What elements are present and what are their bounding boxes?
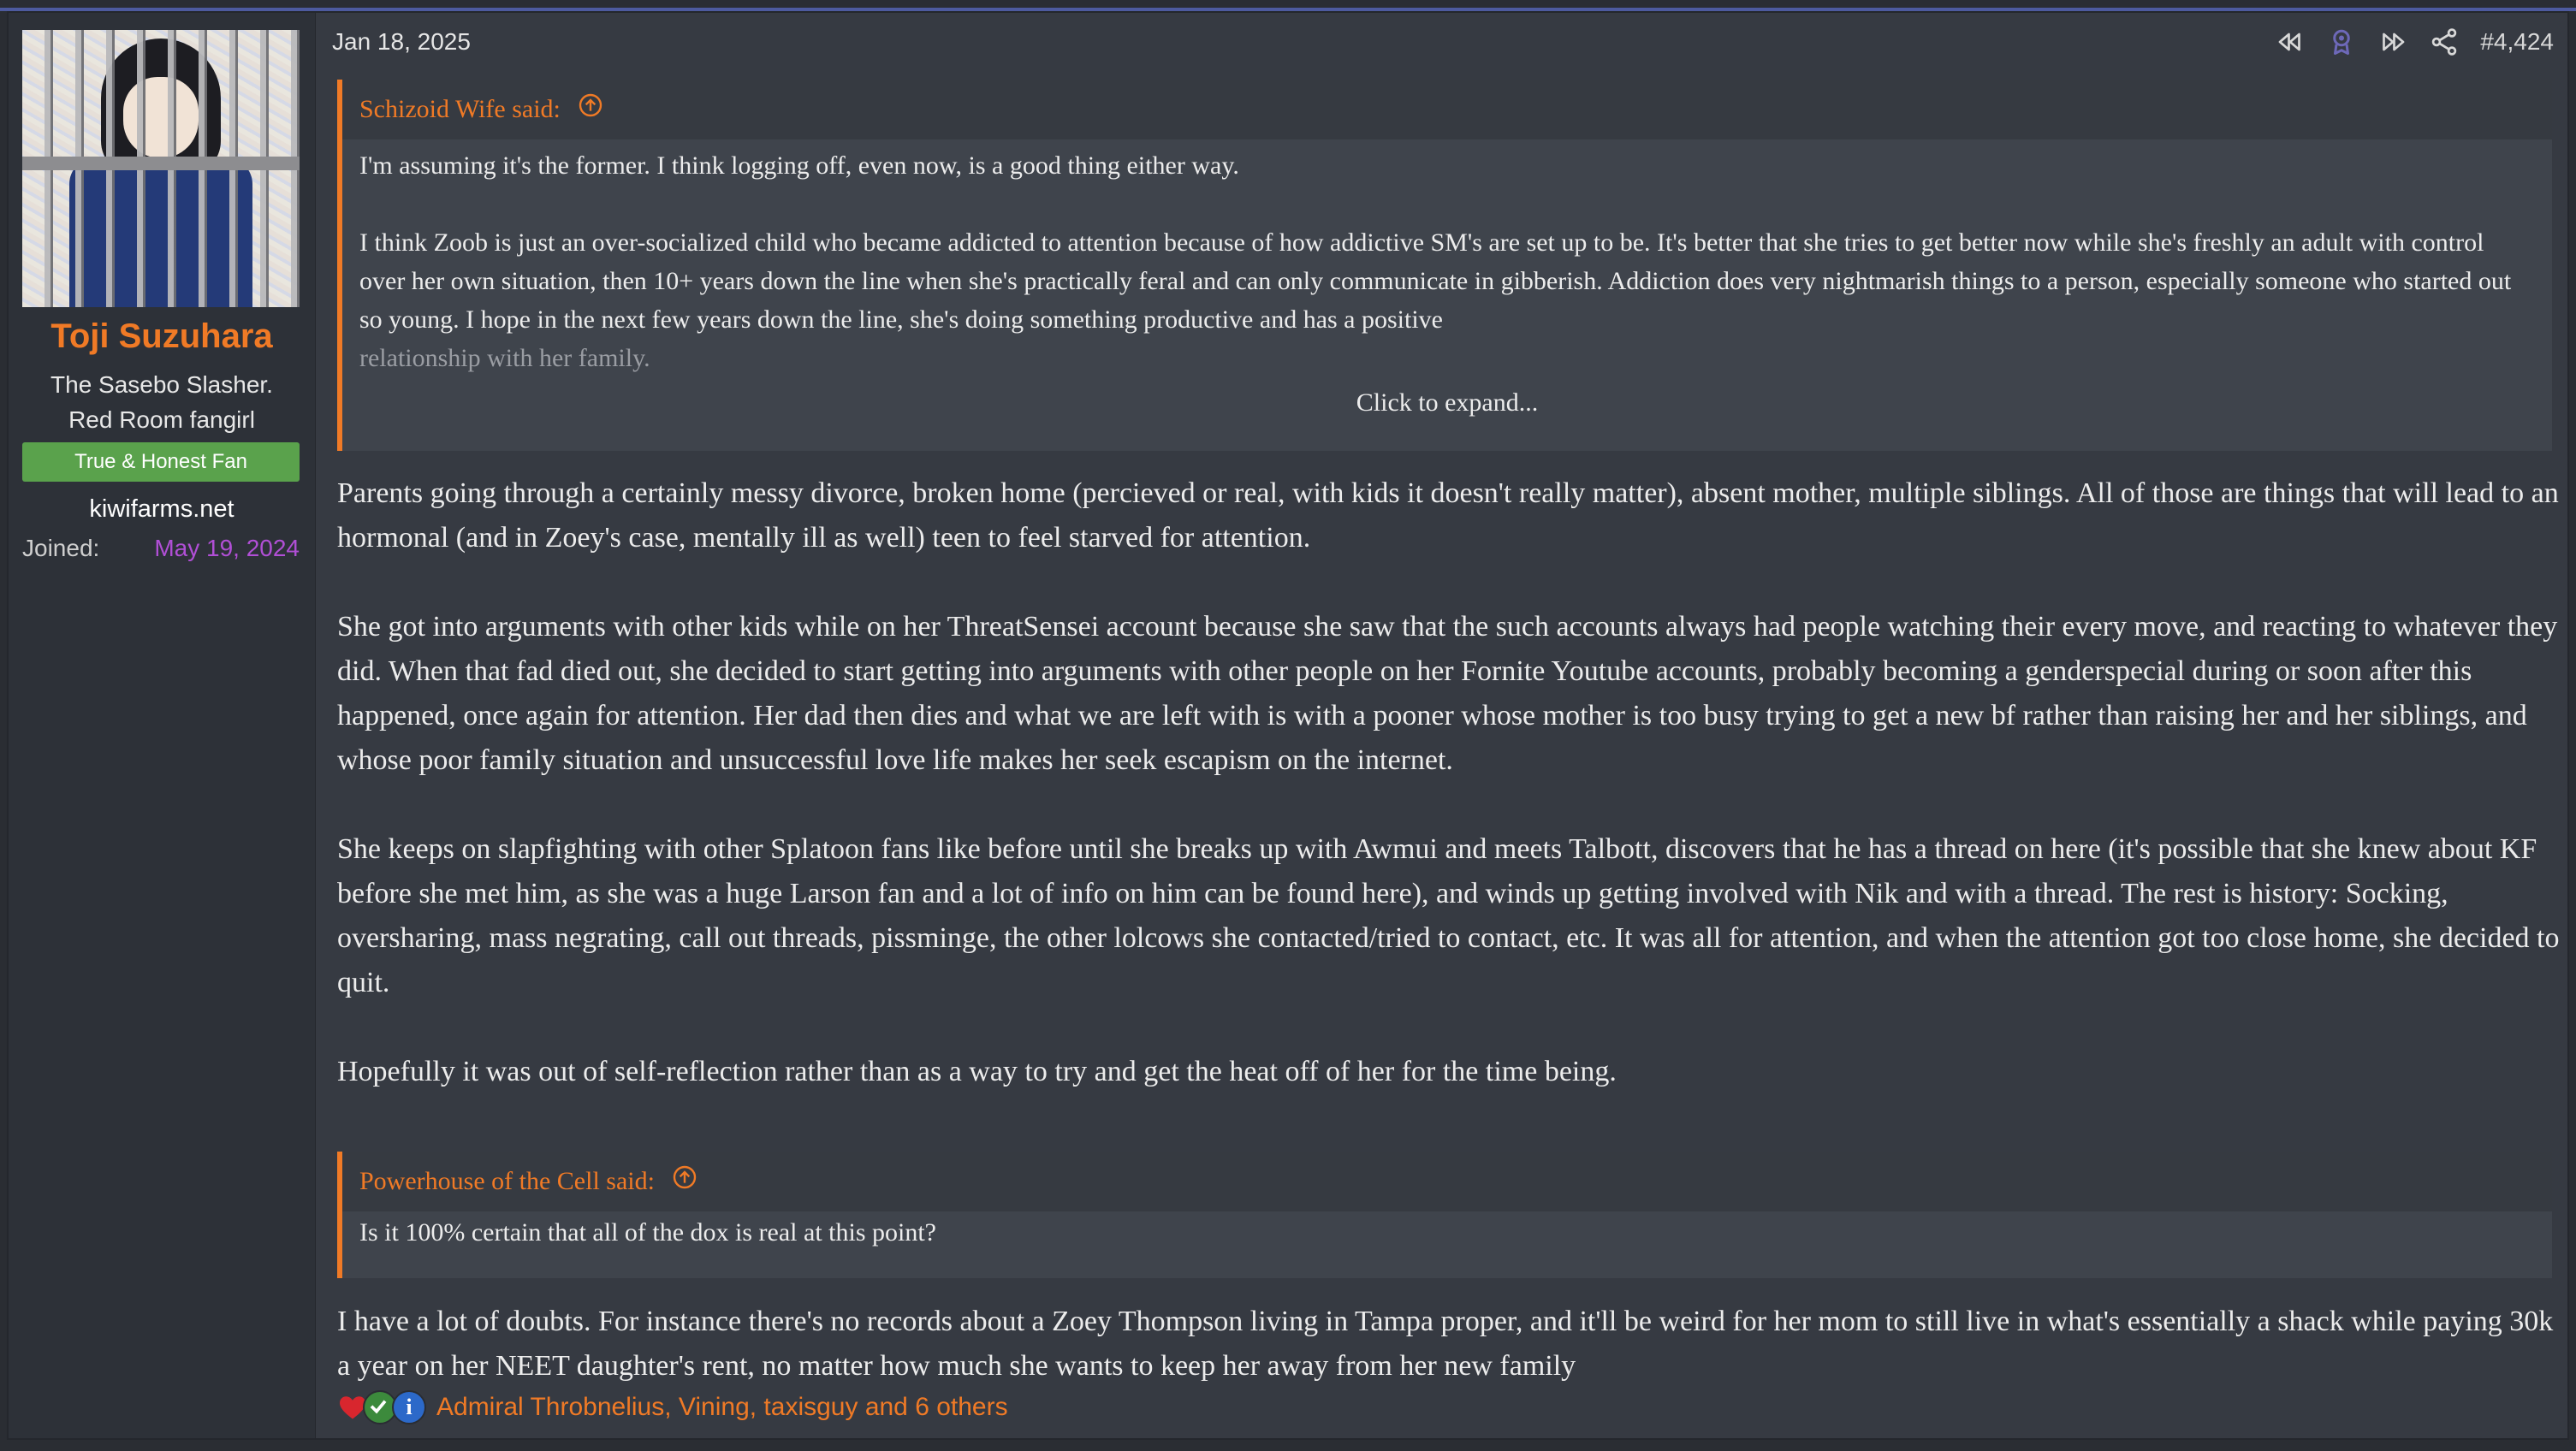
user-title-line2: Red Room fangirl: [68, 406, 255, 433]
post-body-2: I have a lot of doubts. For instance the…: [337, 1300, 2562, 1389]
badge-icon[interactable]: [2326, 27, 2357, 57]
post-number[interactable]: #4,424: [2480, 28, 2554, 56]
jump-to-quote-icon[interactable]: [671, 1153, 698, 1213]
body-paragraph: She keeps on slapfighting with other Spl…: [337, 833, 2560, 998]
quote-block-2: Powerhouse of the Cell said: Is it 100% …: [337, 1152, 2552, 1278]
rewind-icon[interactable]: [2275, 27, 2306, 57]
user-title: The Sasebo Slasher. Red Room fangirl: [9, 367, 315, 437]
post-date[interactable]: Jan 18, 2025: [332, 28, 471, 56]
quote-faded-text: relationship with her family.: [359, 344, 650, 372]
username[interactable]: Toji Suzuhara: [9, 317, 315, 356]
body-paragraph: Hopefully it was out of self-reflection …: [337, 1056, 1617, 1087]
quote-attribution[interactable]: Schizoid Wife said:: [342, 80, 2552, 139]
quote-content: Is it 100% certain that all of the dox i…: [342, 1211, 2552, 1252]
quote-author[interactable]: Schizoid Wife said:: [359, 95, 561, 123]
quote-content: I'm assuming it's the former. I think lo…: [342, 139, 2552, 377]
quote-attribution[interactable]: Powerhouse of the Cell said:: [342, 1152, 2552, 1211]
jump-to-quote-icon[interactable]: [577, 81, 604, 141]
post-main: Jan 18, 2025 #4,424 Schizoid Wife said:: [315, 13, 2567, 1438]
post-body: Parents going through a certainly messy …: [337, 471, 2562, 1094]
user-title-line1: The Sasebo Slasher.: [50, 371, 273, 398]
user-banner: True & Honest Fan: [22, 442, 300, 482]
post-actions: #4,424: [2275, 27, 2554, 57]
share-icon[interactable]: [2429, 27, 2460, 57]
user-site: kiwifarms.net: [89, 495, 234, 523]
user-joined: Joined: May 19, 2024: [22, 530, 300, 567]
forum-post: Toji Suzuhara The Sasebo Slasher. Red Ro…: [7, 11, 2569, 1440]
reactions-bar[interactable]: i Admiral Throbnelius, Vining, taxisguy …: [337, 1390, 1008, 1424]
quote-block-1: Schizoid Wife said: I'm assuming it's th…: [337, 80, 2552, 451]
click-to-expand[interactable]: Click to expand...: [342, 377, 2552, 429]
joined-label: Joined:: [22, 535, 100, 561]
info-icon: i: [392, 1390, 426, 1424]
avatar[interactable]: [22, 30, 300, 307]
body-paragraph: I have a lot of doubts. For instance the…: [337, 1306, 2554, 1382]
body-paragraph: She got into arguments with other kids w…: [337, 611, 2558, 776]
body-paragraph: Parents going through a certainly messy …: [337, 477, 2559, 554]
quote-author[interactable]: Powerhouse of the Cell said:: [359, 1167, 655, 1195]
forward-icon[interactable]: [2377, 27, 2408, 57]
joined-date: May 19, 2024: [154, 535, 300, 561]
reaction-users[interactable]: Admiral Throbnelius, Vining, taxisguy an…: [436, 1393, 1008, 1422]
quote-paragraph: I think Zoob is just an over-socialized …: [359, 223, 2535, 377]
quote-paragraph: Is it 100% certain that all of the dox i…: [359, 1218, 936, 1247]
user-sidebar: Toji Suzuhara The Sasebo Slasher. Red Ro…: [9, 13, 316, 1438]
quote-text: I think Zoob is just an over-socialized …: [359, 228, 2512, 334]
quote-paragraph: I'm assuming it's the former. I think lo…: [359, 151, 1239, 180]
